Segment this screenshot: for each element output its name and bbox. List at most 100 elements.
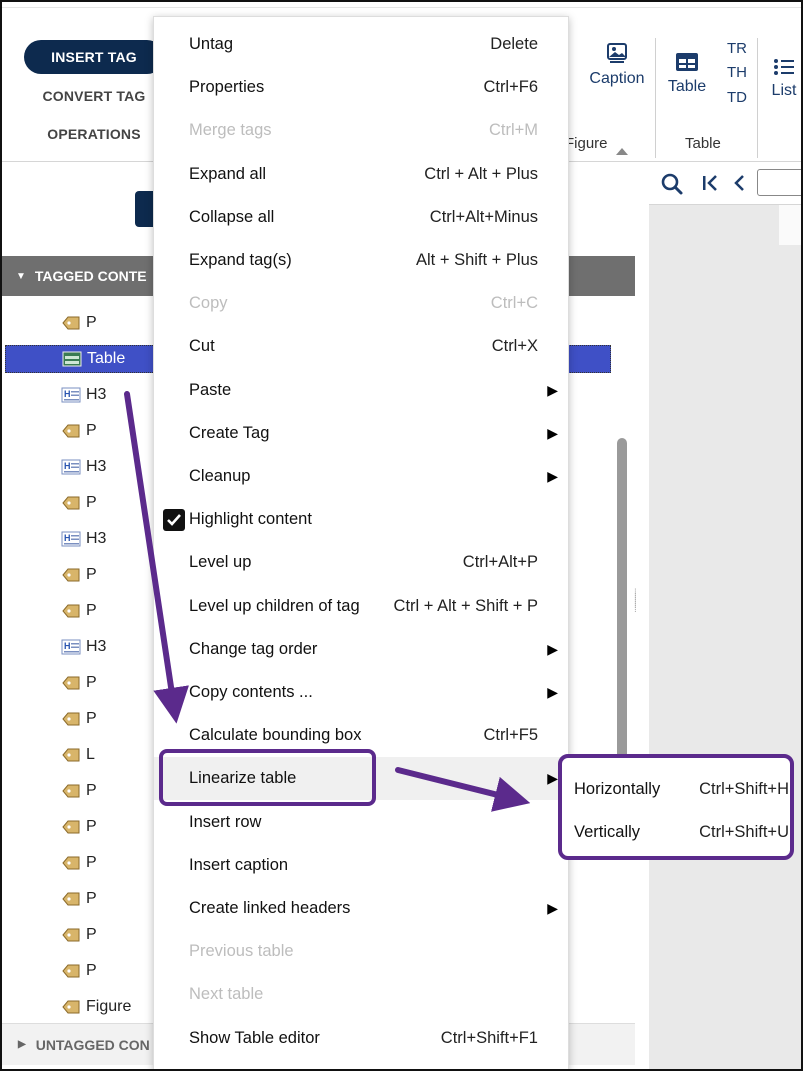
menu-item-properties[interactable]: Properties Ctrl+F6 <box>154 66 568 109</box>
menu-item-change-tag-order[interactable]: Change tag order ▶ <box>154 628 568 671</box>
menu-item-level-up-children-of-tag[interactable]: Level up children of tag Ctrl + Alt + Shi… <box>154 585 568 628</box>
tab-insert-tag[interactable]: INSERT TAG <box>24 40 164 74</box>
checkbox-checked-icon[interactable] <box>163 508 185 531</box>
chevron-right-icon[interactable] <box>5 424 37 438</box>
chevron-right-icon[interactable] <box>5 784 37 798</box>
menu-item-create-tag[interactable]: Create Tag ▶ <box>154 412 568 455</box>
menu-item-level-up[interactable]: Level up Ctrl+Alt+P <box>154 541 568 584</box>
menu-item-cleanup[interactable]: Cleanup ▶ <box>154 455 568 498</box>
menu-item-label: Change tag order <box>189 639 318 658</box>
chevron-right-icon[interactable] <box>5 604 37 618</box>
first-page-icon[interactable] <box>700 173 720 198</box>
tab-convert-tag[interactable]: CONVERT TAG <box>24 79 164 113</box>
menu-item-paste[interactable]: Paste ▶ <box>154 369 568 412</box>
chevron-right-icon[interactable] <box>5 748 37 762</box>
menu-item-copy-contents[interactable]: Copy contents ... ▶ <box>154 671 568 714</box>
menu-item-expand-tag-s[interactable]: Expand tag(s) Alt + Shift + Plus <box>154 239 568 282</box>
menu-item-label: Insert caption <box>189 855 289 874</box>
menu-item-cut[interactable]: Cut Ctrl+X <box>154 325 568 368</box>
chevron-right-icon[interactable] <box>5 388 37 402</box>
menu-item-shortcut: Ctrl+Alt+P <box>462 553 538 572</box>
menu-item-insert-caption[interactable]: Insert caption <box>154 844 568 887</box>
tag-icon <box>61 675 83 691</box>
chevron-right-icon[interactable] <box>5 496 37 510</box>
tag-icon <box>61 855 83 871</box>
heading-icon: H <box>61 459 83 475</box>
menu-item-next-table[interactable]: Next table <box>154 973 568 1016</box>
chevron-right-icon[interactable] <box>5 820 37 834</box>
menu-item-insert-row[interactable]: Insert row <box>154 801 568 844</box>
previous-page-icon[interactable] <box>732 173 748 198</box>
expand-triangle-icon: ▶ <box>18 1039 26 1050</box>
heading-icon: H <box>61 639 83 655</box>
chevron-right-icon[interactable] <box>5 1000 37 1014</box>
menu-item-label: Level up children of tag <box>189 596 360 615</box>
chevron-right-icon[interactable] <box>6 352 38 366</box>
tag-icon <box>61 603 83 619</box>
scroll-up-icon[interactable] <box>615 143 629 161</box>
td-button[interactable]: TD <box>722 89 752 106</box>
chevron-right-icon[interactable] <box>5 892 37 906</box>
chevron-right-icon[interactable] <box>5 676 37 690</box>
chevron-right-icon[interactable] <box>5 532 37 546</box>
chevron-right-icon[interactable] <box>5 316 37 330</box>
chevron-right-icon[interactable] <box>5 928 37 942</box>
table-tag-icon <box>62 351 84 367</box>
menu-item-label: Previous table <box>189 942 294 961</box>
menu-item-shortcut: Ctrl+Alt+Minus <box>429 207 538 226</box>
panel-splitter-handle[interactable]: ⁞ ⁞ ⁞ ⁞ ⁞ <box>634 589 644 615</box>
menu-item-create-linked-headers[interactable]: Create linked headers ▶ <box>154 887 568 930</box>
tree-row-label: P <box>86 494 97 511</box>
heading-icon: H <box>61 531 83 547</box>
tree-row-label: H3 <box>86 458 107 475</box>
menu-item-label: Show Table editor <box>189 1028 320 1047</box>
tr-button[interactable]: TR <box>722 40 752 57</box>
tab-operations[interactable]: OPERATIONS <box>24 117 164 151</box>
list-icon <box>773 58 795 76</box>
tagged-content-label: TAGGED CONTE <box>34 268 147 284</box>
tag-icon <box>61 747 83 763</box>
tree-row-label: L <box>86 746 95 763</box>
context-menu: Untag Delete Properties Ctrl+F6 Merge tags Ct… <box>153 16 569 1069</box>
th-button[interactable]: TH <box>722 64 752 81</box>
menu-item-shortcut: Ctrl+F6 <box>483 78 538 97</box>
menu-item-collapse-all[interactable]: Collapse all Ctrl+Alt+Minus <box>154 196 568 239</box>
linearize-table-submenu: Horizontally Ctrl+Shift+H Vertically Ctr… <box>558 754 794 860</box>
submenu-arrow-icon: ▶ <box>547 900 558 916</box>
page-number-input[interactable] <box>757 169 801 196</box>
app-window: INSERT TAG CONVERT TAG OPERATIONS Captio… <box>0 0 803 1071</box>
menu-item-label: Insert row <box>189 812 262 831</box>
chevron-right-icon[interactable] <box>5 640 37 654</box>
submenu-arrow-icon: ▶ <box>547 684 558 700</box>
chevron-right-icon[interactable] <box>5 568 37 582</box>
submenu-item-shortcut: Ctrl+Shift+U <box>699 823 789 841</box>
menu-item-untag[interactable]: Untag Delete <box>154 23 568 66</box>
search-icon[interactable] <box>660 172 684 201</box>
chevron-right-icon[interactable] <box>5 712 37 726</box>
menu-item-label: Untag <box>189 35 234 53</box>
menu-item-label: Cut <box>189 337 215 356</box>
submenu-arrow-icon: ▶ <box>547 770 558 787</box>
list-button[interactable]: List <box>764 58 801 100</box>
tag-icon <box>61 567 83 583</box>
document-page-preview <box>779 205 801 245</box>
tree-row-label: P <box>86 890 97 907</box>
menu-item-label: Copy contents ... <box>189 683 313 701</box>
table-button[interactable]: Table <box>662 52 712 96</box>
menu-item-show-table-editor[interactable]: Show Table editor Ctrl+Shift+F1 <box>154 1017 568 1060</box>
menu-item-highlight-content[interactable]: Highlight content <box>154 498 568 541</box>
chevron-right-icon[interactable] <box>5 460 37 474</box>
menu-item-merge-tags[interactable]: Merge tags Ctrl+M <box>154 109 568 152</box>
submenu-arrow-icon: ▶ <box>547 424 558 441</box>
menu-item-previous-table[interactable]: Previous table <box>154 930 568 973</box>
caption-label: Caption <box>589 70 645 87</box>
tree-row-label: P <box>86 422 97 439</box>
caption-button[interactable]: Caption <box>582 42 652 88</box>
chevron-right-icon[interactable] <box>5 964 37 978</box>
menu-item-shortcut: Ctrl+C <box>490 294 538 313</box>
group-label-table: Table <box>685 135 721 152</box>
menu-item-copy[interactable]: Copy Ctrl+C <box>154 282 568 325</box>
tag-icon <box>61 495 83 511</box>
menu-item-expand-all[interactable]: Expand all Ctrl + Alt + Plus <box>154 153 568 196</box>
chevron-right-icon[interactable] <box>5 856 37 870</box>
